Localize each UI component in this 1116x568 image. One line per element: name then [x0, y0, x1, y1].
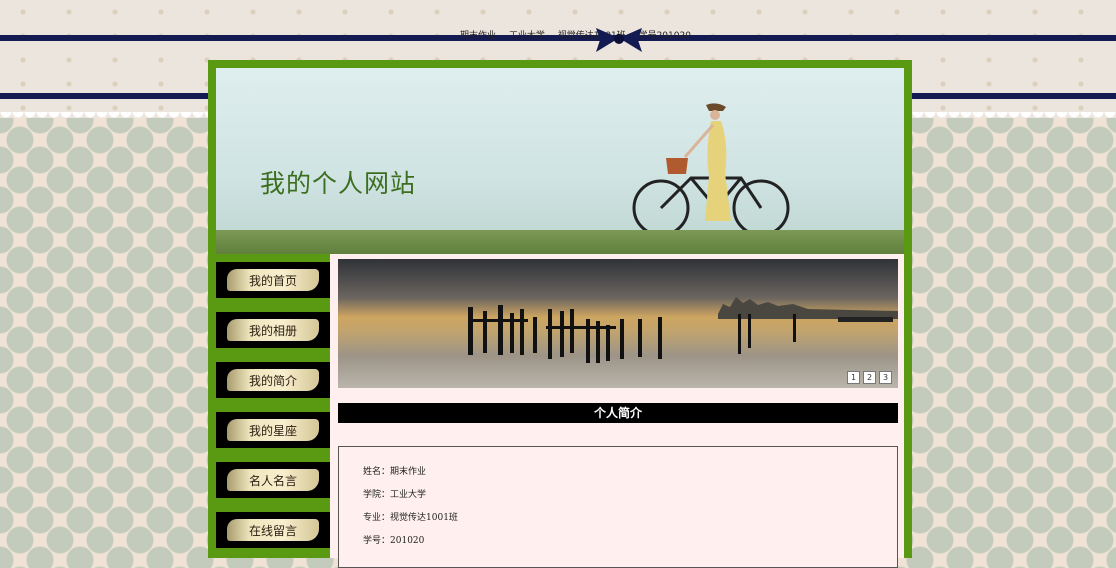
pier-sunset-image	[468, 297, 898, 363]
nav-label: 我的相册	[227, 319, 319, 341]
image-slider[interactable]: 1 2 3	[338, 259, 898, 388]
info-label: 专业：	[363, 513, 391, 523]
top-nav-item[interactable]: 期末作业	[460, 31, 496, 41]
info-row-college: 学院：工业大学	[363, 487, 426, 500]
main-frame: 我的个人网站 我的首页 我的相册 我的简介 我的星座 名人名言 在线留言 1 2…	[208, 60, 912, 568]
slider-page-3[interactable]: 3	[879, 371, 892, 384]
nav-label: 名人名言	[227, 469, 319, 491]
nav-item-zodiac[interactable]: 我的星座	[216, 412, 330, 448]
info-label: 学号：	[363, 536, 391, 546]
sidebar-nav: 我的首页 我的相册 我的简介 我的星座 名人名言 在线留言	[216, 254, 330, 558]
info-row-name: 姓名：期末作业	[363, 464, 426, 477]
slider-page-2[interactable]: 2	[863, 371, 876, 384]
girl-bicycle-image	[632, 103, 790, 237]
nav-label: 我的首页	[227, 269, 319, 291]
nav-label: 在线留言	[227, 519, 319, 541]
header-banner: 我的个人网站	[216, 68, 904, 254]
info-label: 学院：	[363, 490, 391, 500]
grass-strip	[216, 230, 904, 254]
info-value: 201020	[390, 536, 425, 546]
top-nav-item[interactable]: 学号201020	[639, 31, 691, 41]
section-title: 个人简介	[338, 403, 898, 423]
nav-label: 我的简介	[227, 369, 319, 391]
bow-icon	[596, 28, 642, 52]
top-nav: 期末作业 工业大学 视觉传达1001班 学号201020	[460, 28, 701, 41]
top-nav-item[interactable]: 工业大学	[509, 31, 545, 41]
info-value: 工业大学	[390, 490, 427, 500]
info-label: 姓名：	[363, 467, 391, 477]
site-title: 我的个人网站	[260, 169, 417, 198]
nav-item-album[interactable]: 我的相册	[216, 312, 330, 348]
slider-page-1[interactable]: 1	[847, 371, 860, 384]
info-value: 期末作业	[390, 467, 427, 477]
content-area: 1 2 3 个人简介 姓名：期末作业 学院：工业大学 专业：视觉传达1001班 …	[330, 254, 904, 568]
profile-info-box: 姓名：期末作业 学院：工业大学 专业：视觉传达1001班 学号：201020	[338, 446, 898, 568]
nav-item-guestbook[interactable]: 在线留言	[216, 512, 330, 548]
nav-item-quotes[interactable]: 名人名言	[216, 462, 330, 498]
slider-pager: 1 2 3	[847, 371, 892, 384]
info-row-major: 专业：视觉传达1001班	[363, 510, 458, 523]
info-value: 视觉传达1001班	[390, 513, 458, 523]
nav-label: 我的星座	[227, 419, 319, 441]
nav-item-profile[interactable]: 我的简介	[216, 362, 330, 398]
nav-item-home[interactable]: 我的首页	[216, 262, 330, 298]
info-row-student-id: 学号：201020	[363, 533, 424, 546]
